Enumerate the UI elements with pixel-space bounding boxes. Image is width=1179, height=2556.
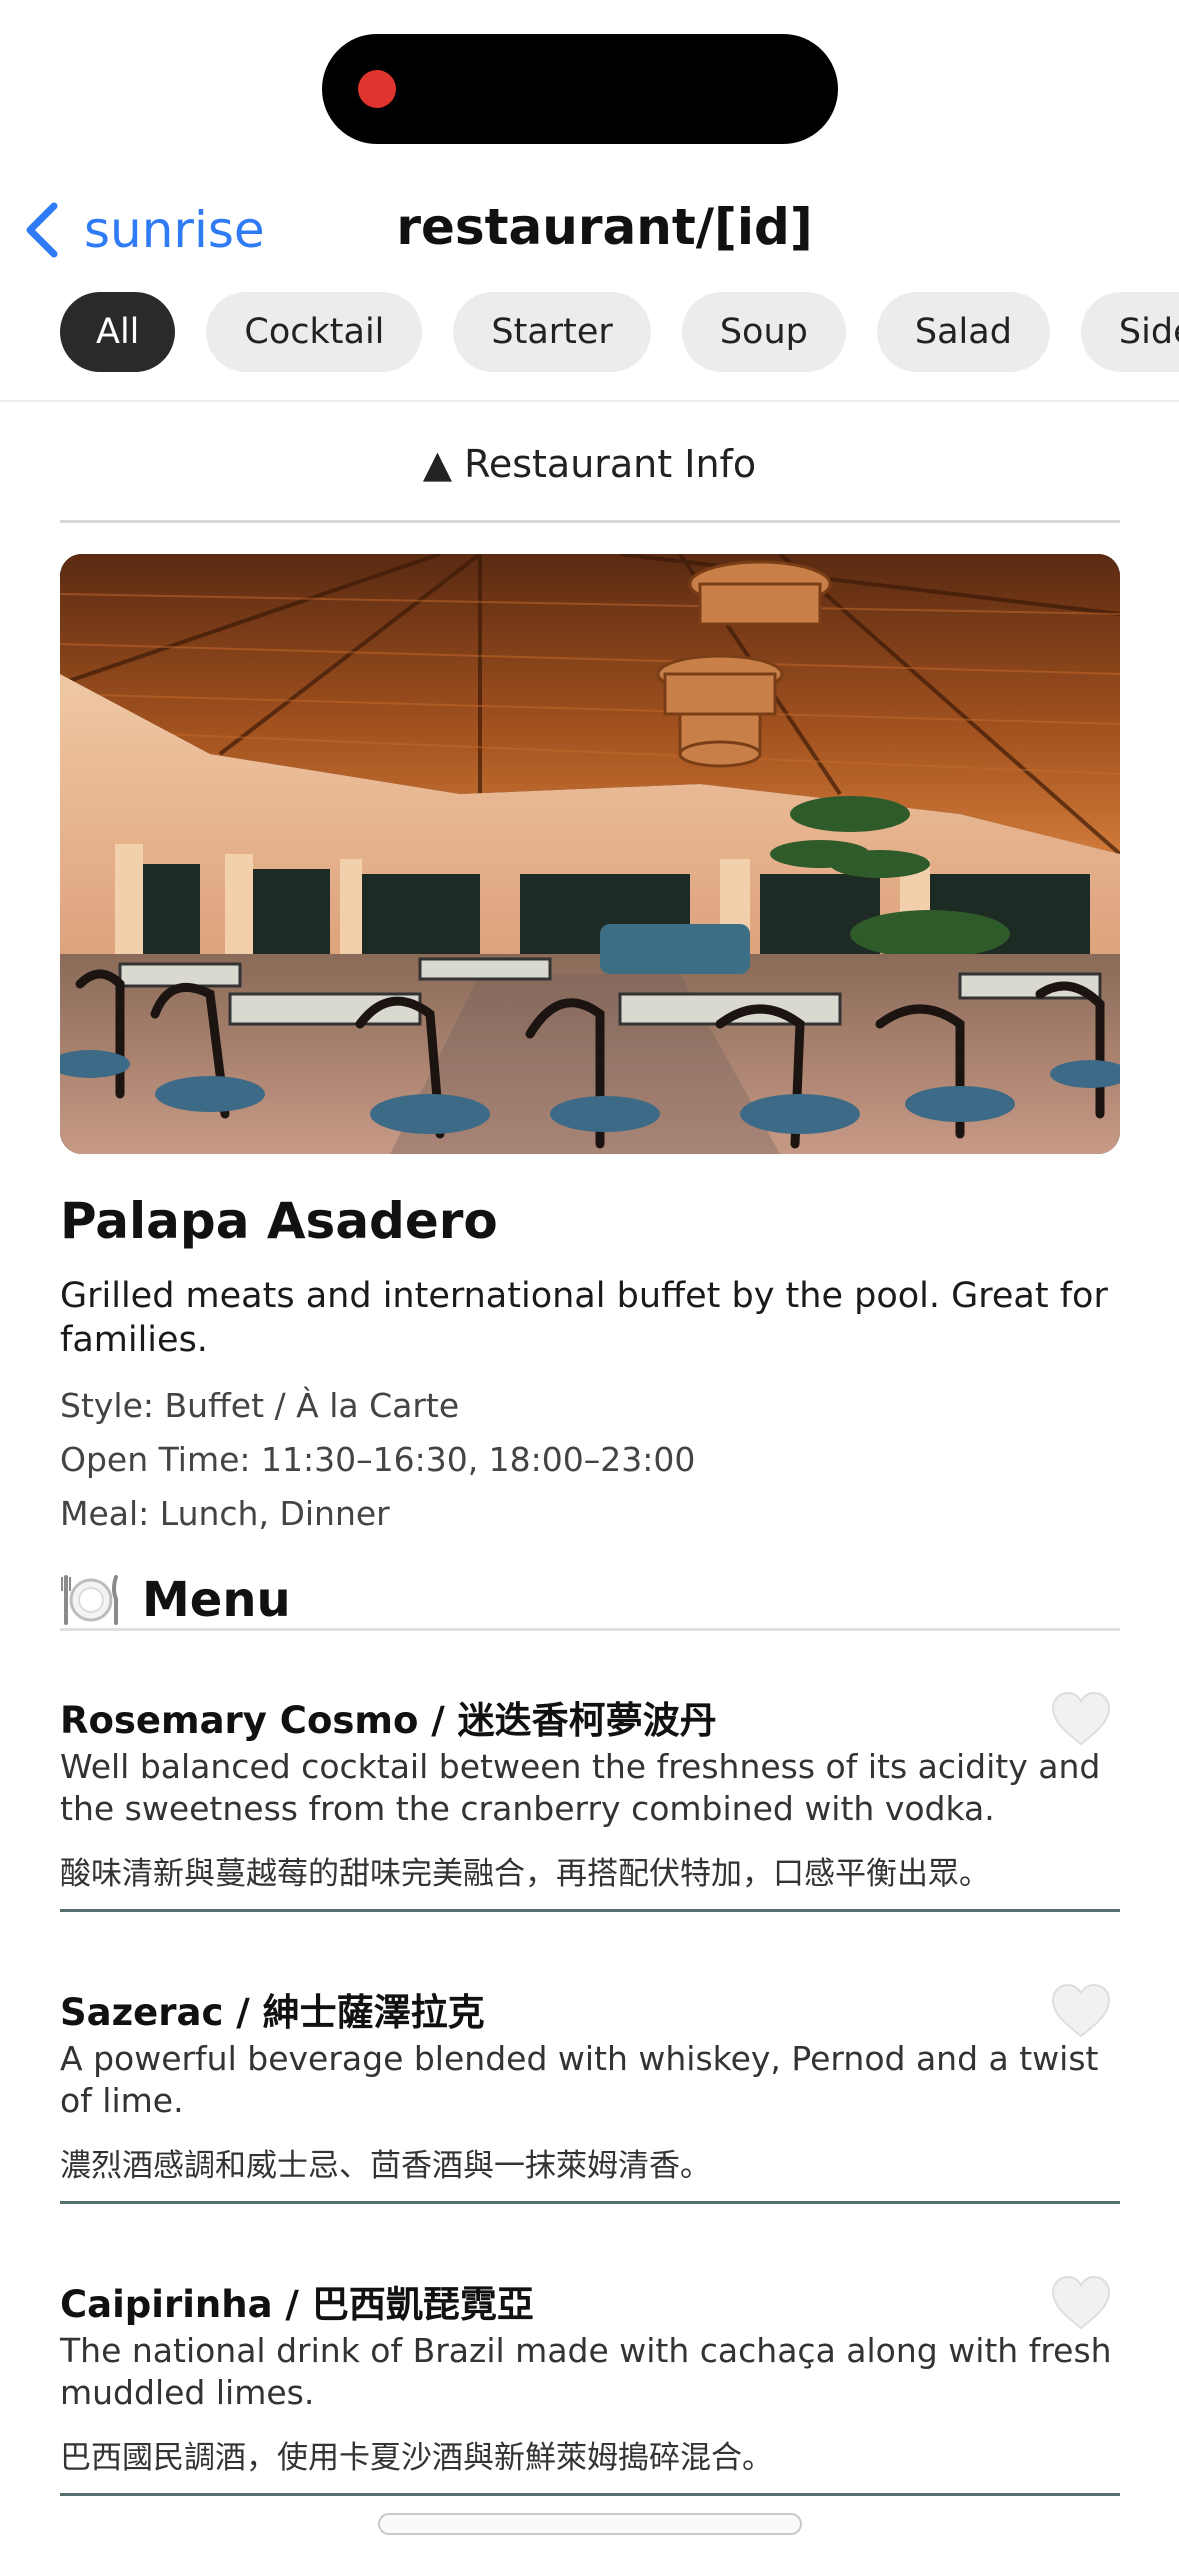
favorite-heart-icon[interactable] <box>1050 2274 1112 2332</box>
favorite-heart-icon[interactable] <box>1050 1982 1112 2040</box>
home-indicator[interactable] <box>378 2513 802 2535</box>
menu-item-description-zh: 巴西國民調酒，使用卡夏沙酒與新鮮萊姆搗碎混合。 <box>60 2440 773 2476</box>
category-chip-cocktail[interactable]: Cocktail <box>206 292 423 372</box>
menu-item-divider <box>60 2493 1120 2496</box>
restaurant-open-time: Open Time: 11:30–16:30, 18:00–23:00 <box>60 1440 696 1479</box>
dynamic-island <box>322 34 838 144</box>
menu-item-name: Sazerac / 紳士薩澤拉克 <box>60 1991 485 2034</box>
category-filter-bar: All Cocktail Starter Soup Salad Side <box>60 292 1179 372</box>
navigation-bar: sunrise restaurant/[id] <box>0 180 1179 280</box>
menu-item-divider <box>60 2201 1120 2204</box>
page-title: restaurant/[id] <box>396 198 813 256</box>
header-divider <box>0 400 1179 402</box>
menu-item-description: Well balanced cocktail between the fresh… <box>60 1747 1101 1828</box>
menu-divider <box>60 1628 1120 1631</box>
menu-item-name: Caipirinha / 巴西凱琵霓亞 <box>60 2283 534 2326</box>
restaurant-name: Palapa Asadero <box>60 1192 498 1250</box>
restaurant-photo <box>60 554 1120 1154</box>
category-chip-starter[interactable]: Starter <box>453 292 651 372</box>
recording-indicator-icon <box>358 70 396 108</box>
category-chip-soup[interactable]: Soup <box>681 292 846 372</box>
restaurant-description: Grilled meats and international buffet b… <box>60 1276 1108 1360</box>
menu-heading: Menu <box>60 1568 291 1632</box>
menu-item-description-zh: 酸味清新與蔓越莓的甜味完美融合，再搭配伏特加，口感平衡出眾。 <box>60 1856 990 1892</box>
menu-title: Menu <box>142 1572 291 1628</box>
category-chip-salad[interactable]: Salad <box>876 292 1050 372</box>
restaurant-meal: Meal: Lunch, Dinner <box>60 1494 390 1533</box>
menu-item-divider <box>60 1909 1120 1912</box>
restaurant-style: Style: Buffet / À la Carte <box>60 1386 460 1425</box>
category-chip-side[interactable]: Side <box>1080 292 1179 372</box>
menu-item-description: A powerful beverage blended with whiskey… <box>60 2039 1099 2120</box>
menu-item-name: Rosemary Cosmo / 迷迭香柯夢波丹 <box>60 1699 717 1742</box>
menu-item: Rosemary Cosmo / 迷迭香柯夢波丹 Well balanced c… <box>60 1690 1120 1912</box>
menu-item: Caipirinha / 巴西凱琵霓亞 The national drink o… <box>60 2274 1120 2496</box>
menu-item-description: The national drink of Brazil made with c… <box>60 2331 1112 2412</box>
favorite-heart-icon[interactable] <box>1050 1690 1112 1748</box>
menu-item: Sazerac / 紳士薩澤拉克 A powerful beverage ble… <box>60 1982 1120 2204</box>
menu-item-description-zh: 濃烈酒感調和威士忌、茴香酒與一抹萊姆清香。 <box>60 2148 711 2184</box>
category-chip-all[interactable]: All <box>60 292 176 372</box>
info-divider <box>60 520 1120 523</box>
plate-cutlery-icon <box>61 1575 118 1625</box>
restaurant-info-toggle[interactable]: ▲ Restaurant Info <box>0 442 1179 486</box>
